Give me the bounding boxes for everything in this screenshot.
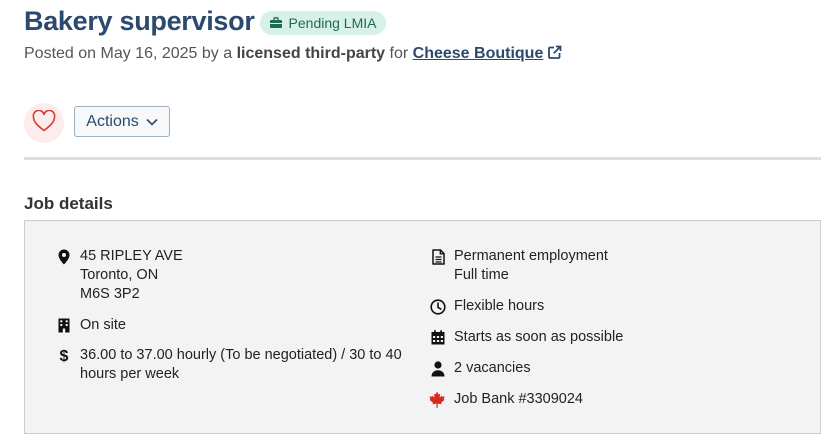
employment-type: Permanent employment	[454, 248, 608, 264]
posted-date-text: Posted on May 16, 2025 by a	[24, 45, 233, 62]
address-city: Toronto, ON	[80, 267, 159, 283]
work-location-text: On site	[80, 317, 126, 333]
actions-label[interactable]: Actions	[86, 113, 138, 131]
hours-detail: Flexible hours	[430, 297, 544, 316]
map-pin-icon	[56, 247, 72, 266]
job-details-heading: Job details	[24, 194, 113, 213]
start-date-text: Starts as soon as possible	[454, 329, 624, 345]
lmia-status-badge: Pending LMIA	[259, 10, 387, 35]
job-posting-page: Bakery supervisor Pending LMIA Posted on…	[0, 0, 826, 446]
dollar-icon: $	[56, 346, 72, 365]
address-street: 45 RIPLEY AVE	[80, 248, 183, 264]
job-bank-number: Job Bank #3309024	[454, 391, 583, 407]
svg-text:$: $	[60, 348, 69, 364]
chevron-down-icon[interactable]	[146, 118, 158, 126]
posted-for-text: for	[389, 45, 409, 62]
start-date-detail: Starts as soon as possible	[430, 328, 623, 347]
employment-terms-detail: Permanent employment Full time	[430, 247, 608, 285]
lmia-badge-label: Pending LMIA	[288, 14, 377, 31]
address-postal-code: M6S 3P2	[80, 286, 140, 302]
building-icon	[56, 316, 72, 335]
job-bank-detail: Job Bank #3309024	[428, 390, 583, 409]
calendar-icon	[430, 328, 446, 347]
work-location-detail: On site	[56, 316, 126, 335]
clock-icon	[430, 297, 446, 316]
employer-link[interactable]: Cheese Boutique	[413, 45, 563, 62]
employer-name[interactable]: Cheese Boutique	[413, 45, 544, 62]
person-icon	[430, 359, 446, 378]
poster-type: licensed third-party	[236, 45, 386, 62]
job-title: Bakery supervisor	[24, 6, 255, 36]
section-divider	[24, 157, 821, 160]
heart-icon[interactable]	[32, 109, 56, 137]
salary-text: 36.00 to 37.00 hourly (To be negotiated)…	[80, 347, 402, 382]
vacancies-detail: 2 vacancies	[430, 359, 531, 378]
hours-text: Flexible hours	[454, 298, 545, 314]
salary-detail: $ 36.00 to 37.00 hourly (To be negotiate…	[56, 346, 410, 384]
address-detail: 45 RIPLEY AVE Toronto, ON M6S 3P2	[56, 247, 183, 304]
posted-line: Posted on May 16, 2025 by a licensed thi…	[24, 45, 562, 65]
title-row: Bakery supervisor Pending LMIA	[24, 6, 387, 37]
external-link-icon[interactable]	[547, 45, 562, 65]
job-details-panel: 45 RIPLEY AVE Toronto, ON M6S 3P2 On sit…	[24, 220, 821, 434]
actions-dropdown-button[interactable]: Actions	[74, 106, 170, 137]
employment-schedule: Full time	[454, 267, 509, 283]
maple-leaf-icon	[428, 390, 446, 409]
document-icon	[430, 247, 446, 266]
vacancies-text: 2 vacancies	[454, 360, 531, 376]
briefcase-icon	[269, 17, 282, 28]
favourite-button[interactable]	[24, 103, 64, 143]
